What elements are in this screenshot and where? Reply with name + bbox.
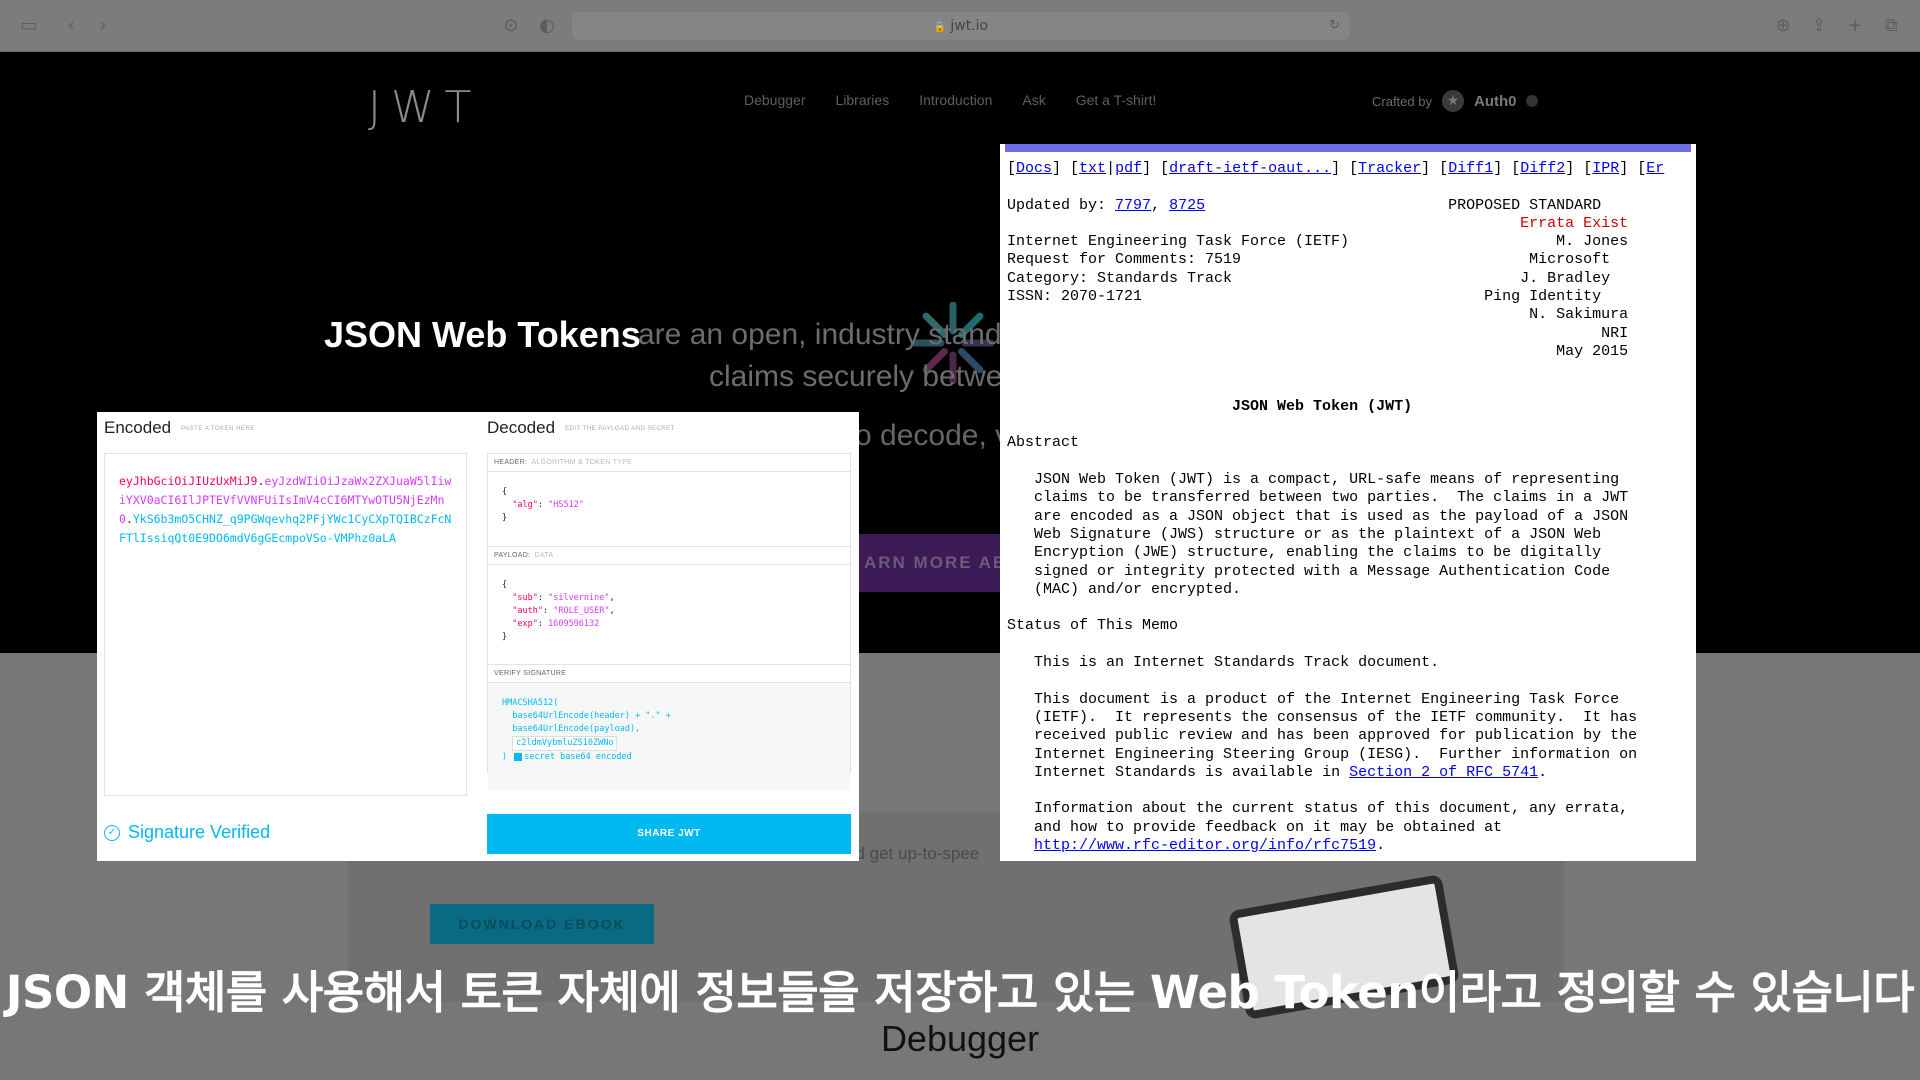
secret-input[interactable]: c2ldmVybmluZS10ZWNo bbox=[512, 736, 618, 751]
header-json-editor[interactable]: { "alg": "HS512" } bbox=[488, 472, 850, 547]
errata-exist: Errata Exist bbox=[1520, 214, 1629, 232]
link-diff2[interactable]: Diff2 bbox=[1520, 160, 1565, 177]
link-rfc5741[interactable]: Section 2 of RFC 5741 bbox=[1349, 764, 1538, 781]
hero-tagline-line3: o decode, v bbox=[855, 419, 1011, 452]
link-tracker[interactable]: Tracker bbox=[1358, 160, 1421, 177]
download-ebook-button[interactable]: DOWNLOAD EBOOK bbox=[430, 904, 654, 944]
sidebar-toggle-icon[interactable]: ▭ bbox=[18, 15, 40, 37]
new-tab-icon[interactable]: + bbox=[1844, 15, 1866, 37]
reload-icon[interactable]: ↻ bbox=[1329, 12, 1340, 40]
rfc-title: JSON Web Token (JWT) bbox=[1232, 397, 1413, 415]
nav-libraries[interactable]: Libraries bbox=[836, 92, 890, 108]
hero-tagline: are an open, industry stand bbox=[638, 318, 1002, 351]
signature-verified: ✓ Signature Verified bbox=[104, 822, 270, 843]
share-icon[interactable]: ⇪ bbox=[1808, 15, 1830, 37]
forward-icon[interactable]: › bbox=[92, 15, 114, 37]
site-navbar: JWT Debugger Libraries Introduction Ask … bbox=[0, 52, 1920, 152]
base64-checkbox[interactable] bbox=[514, 752, 523, 761]
link-rfc-editor[interactable]: http://www.rfc-editor.org/info/rfc7519 bbox=[1034, 837, 1376, 854]
payload-section-label: PAYLOAD: DATA bbox=[488, 547, 850, 565]
rfc-top-bar bbox=[1005, 144, 1691, 152]
browser-toolbar: ▭ ‹ › ⊙ ◐ 🔒 jwt.io ↻ ⊕ ⇪ + ⧉ bbox=[0, 0, 1920, 52]
verify-signature-editor: HMACSHA512( base64UrlEncode(header) + ".… bbox=[488, 683, 850, 790]
link-txt[interactable]: txt bbox=[1079, 160, 1106, 177]
crafted-by-label: Crafted by bbox=[1372, 93, 1432, 109]
shield-icon[interactable]: ◐ bbox=[536, 15, 558, 37]
jwt-debugger: Encoded PASTE A TOKEN HERE Decoded EDIT TH… bbox=[97, 412, 859, 861]
memo-heading: Status of This Memo bbox=[1007, 617, 1179, 635]
encoded-title: Encoded PASTE A TOKEN HERE bbox=[104, 418, 255, 438]
download-icon[interactable]: ⊕ bbox=[1772, 15, 1794, 37]
link-draft[interactable]: draft-ietf-oaut... bbox=[1169, 160, 1331, 177]
link-pdf[interactable]: pdf bbox=[1115, 160, 1142, 177]
token-header: eyJhbGciOiJIUzUxMiJ9 bbox=[119, 474, 258, 488]
token-signature: YkS6b3mO5CHNZ_q9PGWqevhq2PFjYWc1CyCXpTQI… bbox=[119, 512, 452, 545]
subtitle-main: JSON 객체를 사용해서 토큰 자체에 정보들을 저장하고 있는 Web To… bbox=[5, 966, 1915, 1019]
crafted-by[interactable]: Crafted by ★ Auth0 bbox=[1372, 90, 1539, 112]
header-section-label: HEADER: ALGORITHM & TOKEN TYPE bbox=[488, 454, 850, 472]
payload-json-editor[interactable]: { "sub": "silvernine", "auth": "ROLE_USE… bbox=[488, 565, 850, 665]
rfc-status: PROPOSED STANDARD bbox=[1448, 196, 1602, 214]
address-bar[interactable]: 🔒 jwt.io ↻ bbox=[572, 12, 1350, 40]
encoded-subtitle: PASTE A TOKEN HERE bbox=[181, 425, 255, 432]
ebook-text: nd get up-to-spee bbox=[846, 844, 980, 863]
link-errata[interactable]: Er bbox=[1646, 160, 1664, 177]
nav-introduction[interactable]: Introduction bbox=[919, 92, 992, 108]
encoded-token-input[interactable]: eyJhbGciOiJIUzUxMiJ9.eyJzdWIiOiJzaWx2ZXJ… bbox=[104, 453, 467, 796]
address-url: jwt.io bbox=[950, 18, 989, 34]
auth0-brand: Auth0 bbox=[1473, 92, 1517, 110]
link-ipr[interactable]: IPR bbox=[1592, 160, 1619, 177]
back-icon[interactable]: ‹ bbox=[60, 15, 82, 37]
info-dot-icon bbox=[1526, 95, 1539, 107]
decoded-subtitle: EDIT THE PAYLOAD AND SECRET bbox=[565, 425, 675, 432]
decoded-panel: HEADER: ALGORITHM & TOKEN TYPE { "alg": … bbox=[487, 453, 851, 790]
base64-label: secret base64 encoded bbox=[524, 752, 632, 762]
nav-ask[interactable]: Ask bbox=[1022, 92, 1045, 108]
hero-title: JSON Web Tokens bbox=[324, 314, 641, 355]
rfc7519-document: [Docs] [txt|pdf] [draft-ietf-oaut...] [T… bbox=[1000, 144, 1696, 861]
nav-debugger[interactable]: Debugger bbox=[744, 92, 806, 108]
nav-tshirt[interactable]: Get a T-shirt! bbox=[1076, 92, 1157, 108]
auth0-star-icon: ★ bbox=[1441, 90, 1464, 112]
rfc-text: [Docs] [txt|pdf] [draft-ietf-oaut...] [T… bbox=[1007, 160, 1665, 854]
lock-icon: 🔒 bbox=[933, 22, 947, 33]
signature-verified-label: Signature Verified bbox=[128, 822, 271, 842]
decoded-title-text: Decoded bbox=[487, 418, 556, 437]
check-circle-icon: ✓ bbox=[104, 824, 120, 841]
subtitle-sub: Debugger bbox=[880, 1018, 1040, 1059]
verify-section-label: VERIFY SIGNATURE bbox=[488, 665, 850, 683]
link-rfc7797[interactable]: 7797 bbox=[1115, 197, 1151, 214]
tab-overview-icon[interactable]: ⧉ bbox=[1880, 15, 1902, 37]
decoded-title: Decoded EDIT THE PAYLOAD AND SECRET bbox=[487, 418, 675, 438]
encoded-title-text: Encoded bbox=[104, 418, 172, 437]
play-icon[interactable]: ⊙ bbox=[500, 15, 522, 37]
abstract-heading: Abstract bbox=[1007, 434, 1080, 452]
learn-more-button[interactable]: ARN MORE ABO bbox=[858, 534, 1008, 592]
link-rfc8725[interactable]: 8725 bbox=[1169, 197, 1205, 214]
nav-links: Debugger Libraries Introduction Ask Get … bbox=[744, 92, 1156, 108]
share-jwt-button[interactable]: SHARE JWT bbox=[487, 814, 851, 854]
link-docs[interactable]: Docs bbox=[1016, 160, 1052, 177]
jwt-logo[interactable]: JWT bbox=[368, 82, 481, 133]
hero-tagline-line2: claims securely betwe bbox=[709, 360, 1003, 393]
link-diff1[interactable]: Diff1 bbox=[1448, 160, 1493, 177]
